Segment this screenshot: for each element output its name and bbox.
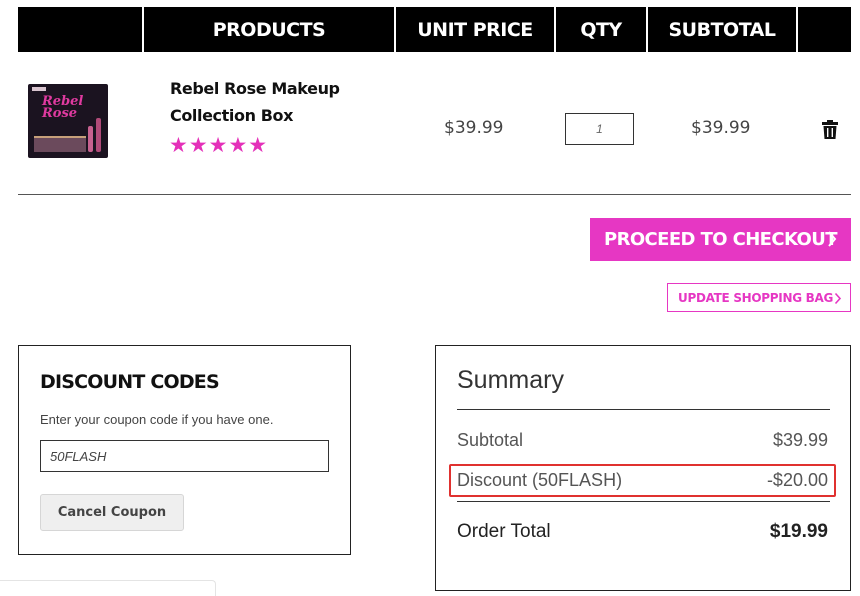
order-total-label: Order Total (457, 521, 551, 542)
chevron-right-icon (828, 231, 837, 247)
summary-title: Summary (457, 366, 564, 394)
discount-help-text: Enter your coupon code if you have one. (40, 412, 274, 427)
product-name[interactable]: Rebel Rose Makeup Collection Box (170, 75, 360, 129)
chevron-right-icon (834, 292, 842, 305)
checkout-label: PROCEED TO CHECKOUT (604, 229, 838, 250)
discount-title: DISCOUNT CODES (40, 371, 220, 393)
summary-subtotal-label: Subtotal (457, 430, 524, 450)
header-products: PRODUCTS (212, 18, 326, 41)
order-total-value: $19.99 (769, 521, 828, 542)
unit-price: $39.99 (444, 118, 504, 138)
row-divider (18, 194, 851, 195)
row-subtotal: $39.99 (691, 118, 751, 138)
order-summary-panel: Summary Subtotal $39.99 Discount (50FLAS… (435, 345, 851, 591)
thumbnail-lipstick (88, 126, 93, 152)
thumbnail-palette (34, 136, 86, 152)
discount-codes-panel: DISCOUNT CODES Enter your coupon code if… (18, 345, 351, 555)
thumbnail-brand-mark (32, 87, 46, 91)
update-label: UPDATE SHOPPING BAG (678, 290, 834, 305)
bottom-panel-edge (0, 580, 216, 596)
summary-divider (457, 501, 830, 502)
thumbnail-title: Rebel Rose (42, 94, 84, 121)
cart-table-header: PRODUCTS UNIT PRICE QTY SUBTOTAL (18, 7, 851, 52)
quantity-input[interactable] (565, 113, 634, 145)
header-unit-price: UNIT PRICE (417, 18, 533, 41)
proceed-to-checkout-button[interactable]: PROCEED TO CHECKOUT (590, 218, 851, 261)
cancel-coupon-button[interactable]: Cancel Coupon (40, 494, 184, 531)
update-shopping-bag-button[interactable]: UPDATE SHOPPING BAG (667, 283, 851, 312)
product-thumbnail[interactable]: Rebel Rose (28, 84, 108, 158)
header-qty: QTY (580, 18, 622, 41)
summary-discount-label: Discount (50FLASH) (457, 470, 623, 490)
summary-subtotal-value: $39.99 (772, 430, 828, 450)
header-subtotal: SUBTOTAL (668, 18, 776, 41)
trash-icon[interactable] (822, 120, 838, 139)
rating-stars: ★★★★★ (169, 134, 269, 157)
header-divider (796, 7, 798, 52)
summary-discount-value: -$20.00 (766, 470, 828, 490)
thumbnail-lipstick (96, 118, 101, 152)
summary-divider (457, 409, 830, 410)
coupon-code-input[interactable] (40, 440, 329, 472)
